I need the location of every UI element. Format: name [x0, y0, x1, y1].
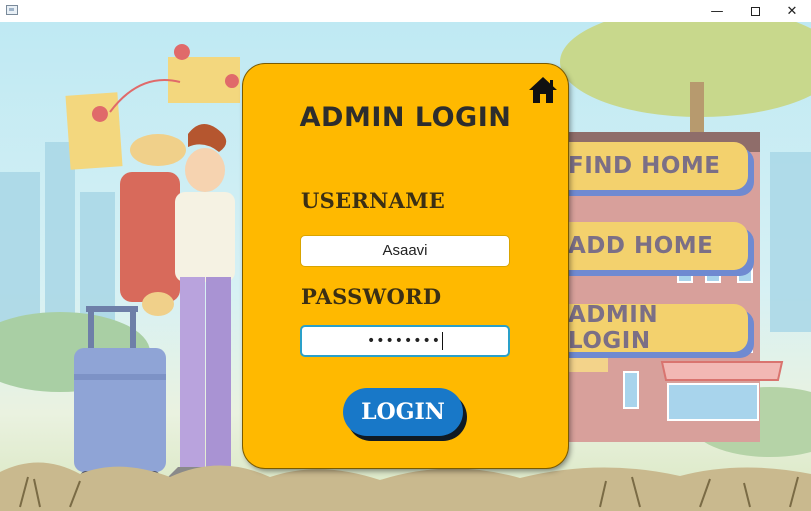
- password-masked-value: ••••••••: [366, 333, 442, 349]
- admin-login-card: ADMIN LOGIN USERNAME Asaavi PASSWORD •••…: [243, 64, 568, 468]
- maximize-icon: [750, 6, 760, 16]
- password-field[interactable]: ••••••••: [300, 325, 510, 357]
- maximize-button[interactable]: [735, 0, 775, 22]
- page-title: ADMIN LOGIN: [299, 102, 512, 133]
- window-title-bar: — ✕: [0, 0, 811, 22]
- minimize-button[interactable]: —: [697, 0, 737, 22]
- close-icon: ✕: [786, 3, 798, 19]
- home-icon[interactable]: [527, 75, 559, 105]
- username-label: USERNAME: [301, 188, 446, 213]
- add-home-sign-label: ADD HOME: [568, 233, 714, 259]
- password-label: PASSWORD: [301, 284, 442, 309]
- login-button[interactable]: LOGIN: [343, 388, 463, 436]
- username-field[interactable]: Asaavi: [300, 235, 510, 267]
- find-home-sign: FIND HOME: [548, 142, 748, 190]
- minimize-icon: —: [710, 3, 724, 19]
- find-home-sign-label: FIND HOME: [568, 153, 721, 179]
- add-home-sign: ADD HOME: [548, 222, 748, 270]
- text-caret: [442, 332, 444, 350]
- app-icon: [6, 5, 18, 15]
- admin-login-sign: ADMIN LOGIN: [548, 302, 748, 354]
- close-button[interactable]: ✕: [772, 0, 811, 22]
- admin-login-sign-label: ADMIN LOGIN: [568, 302, 659, 354]
